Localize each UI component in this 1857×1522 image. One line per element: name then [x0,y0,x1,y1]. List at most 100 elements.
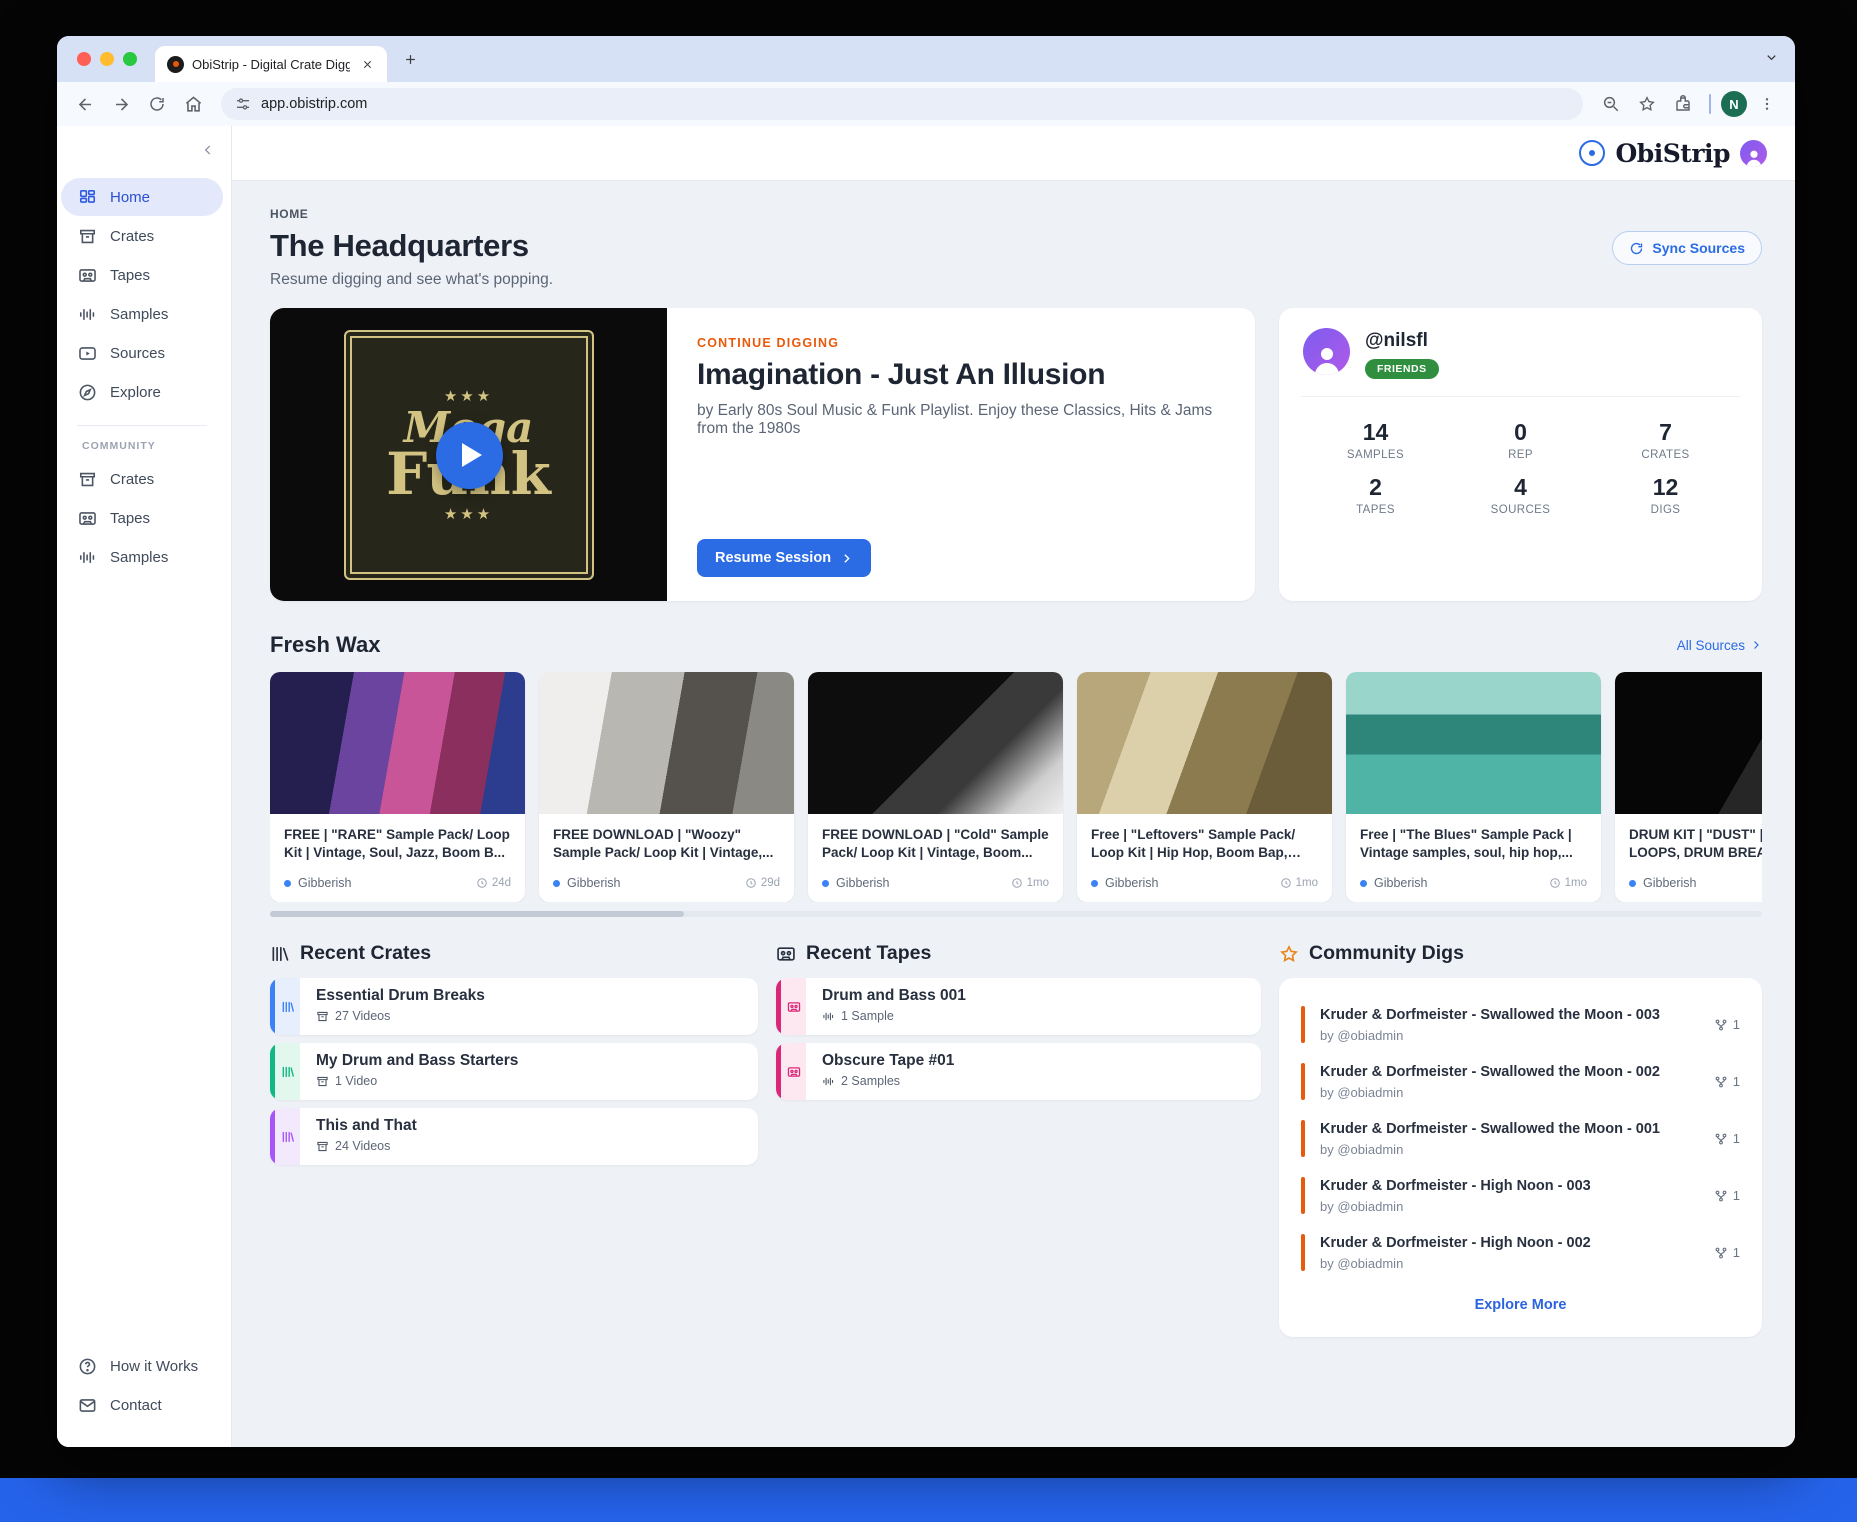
back-button[interactable] [69,88,101,120]
waveform-icon [78,305,97,324]
sidebar-item-community-crates[interactable]: Crates [61,460,223,498]
main-column: ObiStrip HOME The Headquarters Resume di… [232,126,1795,1447]
dig-author: by @obiadmin [1320,1142,1714,1157]
tape-list-item[interactable]: Drum and Bass 001 1 Sample [776,978,1261,1035]
crate-list-item[interactable]: Essential Drum Breaks 27 Videos [270,978,758,1035]
resume-session-button[interactable]: Resume Session [697,539,871,577]
dig-fork-count: 1 [1714,1017,1740,1032]
new-tab-button[interactable] [403,52,418,67]
artwork-stars: ★★★ [444,505,493,523]
sync-sources-button[interactable]: Sync Sources [1612,231,1762,265]
browser-menu-icon[interactable] [1751,88,1783,120]
bookmark-star-icon[interactable] [1631,88,1663,120]
source-card[interactable]: FREE DOWNLOAD | "Cold" Sample Pack/ Loop… [808,672,1063,902]
video-source-icon [78,344,97,363]
freshwax-scrollbar-thumb[interactable] [270,911,684,917]
dig-list-item[interactable]: Kruder & Dorfmeister - Swallowed the Moo… [1301,1110,1740,1167]
home-button[interactable] [177,88,209,120]
user-avatar[interactable] [1740,140,1767,167]
clock-icon [1549,877,1561,889]
site-favicon [167,56,184,73]
continue-digging-eyebrow: CONTINUE DIGGING [697,336,1225,350]
browser-tab[interactable]: ObiStrip - Digital Crate Digge [155,46,387,82]
sidebar-item-samples[interactable]: Samples [61,295,223,333]
crate-meta: 24 Videos [335,1139,390,1153]
community-section-label: COMMUNITY [61,436,223,460]
sidebar-footer: How it Works Contact [57,1347,231,1447]
friends-badge: FRIENDS [1365,359,1439,379]
dig-color-bar [1301,1177,1305,1214]
community-digs-heading: Community Digs [1309,942,1464,965]
crate-icon [316,1075,329,1088]
source-thumbnail [808,672,1063,814]
continue-digging-card: ★★★ Mega Funk ★★★ CONTINUE DIGGING Imagi… [270,308,1255,601]
maximize-window-button[interactable] [123,52,137,66]
dig-author: by @obiadmin [1320,1199,1714,1214]
dig-color-bar [1301,1234,1305,1271]
crate-bars-icon [275,1043,300,1100]
fresh-wax-row: FREE | "RARE" Sample Pack/ Loop Kit | Vi… [270,672,1762,902]
address-bar[interactable]: app.obistrip.com [221,88,1583,120]
help-icon [78,1357,97,1376]
profile-handle[interactable]: @nilsfl [1365,330,1439,352]
crate-list-item[interactable]: My Drum and Bass Starters 1 Video [270,1043,758,1100]
source-age: 1mo [1565,877,1587,889]
source-card[interactable]: DRUM KIT | "DUST" | DRUM LOOPS, DRUM BRE… [1615,672,1762,902]
source-channel: Gibberish [298,876,352,890]
forward-button[interactable] [105,88,137,120]
play-button[interactable] [436,422,503,489]
fresh-wax-heading: Fresh Wax [270,632,380,658]
close-tab-icon[interactable] [358,57,377,72]
source-card[interactable]: Free | "Leftovers" Sample Pack/ Loop Kit… [1077,672,1332,902]
sidebar-item-crates[interactable]: Crates [61,217,223,255]
extensions-icon[interactable] [1667,88,1699,120]
sidebar-item-how-it-works[interactable]: How it Works [61,1347,223,1385]
session-title: Imagination - Just An Illusion [697,358,1225,392]
source-channel: Gibberish [1105,876,1159,890]
sidebar-item-home[interactable]: Home [61,178,223,216]
tape-list-item[interactable]: Obscure Tape #01 2 Samples [776,1043,1261,1100]
source-card[interactable]: Free | "The Blues" Sample Pack | Vintage… [1346,672,1601,902]
sidebar-item-contact[interactable]: Contact [61,1386,223,1424]
source-thumbnail [539,672,794,814]
dig-list-item[interactable]: Kruder & Dorfmeister - High Noon - 003 b… [1301,1167,1740,1224]
freshwax-scrollbar-track[interactable] [270,911,1762,917]
source-dot-icon [553,880,560,887]
dig-title: Kruder & Dorfmeister - Swallowed the Moo… [1320,1064,1714,1080]
source-thumbnail [1615,672,1762,814]
source-channel: Gibberish [1643,876,1697,890]
sidebar-collapse-icon[interactable] [201,143,215,157]
sidebar-item-label: Samples [110,306,168,323]
cassette-icon [781,1043,806,1100]
browser-profile-avatar[interactable]: N [1721,91,1747,117]
sidebar-item-tapes[interactable]: Tapes [61,256,223,294]
close-window-button[interactable] [77,52,91,66]
profile-avatar[interactable] [1303,328,1350,375]
minimize-window-button[interactable] [100,52,114,66]
site-settings-icon[interactable] [235,96,251,112]
crate-title: This and That [316,1117,417,1135]
sidebar-item-community-tapes[interactable]: Tapes [61,499,223,537]
browser-toolbar: app.obistrip.com N [57,82,1795,126]
recent-crates-heading: Recent Crates [300,942,431,965]
all-sources-link[interactable]: All Sources [1677,638,1762,653]
video-thumbnail[interactable]: ★★★ Mega Funk ★★★ [270,308,667,601]
explore-more-link[interactable]: Explore More [1301,1281,1740,1321]
source-card[interactable]: FREE | "RARE" Sample Pack/ Loop Kit | Vi… [270,672,525,902]
dig-list-item[interactable]: Kruder & Dorfmeister - High Noon - 002 b… [1301,1224,1740,1281]
profile-divider [1301,396,1740,397]
dig-list-item[interactable]: Kruder & Dorfmeister - Swallowed the Moo… [1301,1053,1740,1110]
dig-list-item[interactable]: Kruder & Dorfmeister - Swallowed the Moo… [1301,996,1740,1053]
sidebar-item-sources[interactable]: Sources [61,334,223,372]
sidebar-item-community-samples[interactable]: Samples [61,538,223,576]
source-age: 29d [761,877,780,889]
tab-search-chevron-icon[interactable] [1764,50,1779,65]
sidebar-item-label: Tapes [110,510,150,527]
sidebar-item-explore[interactable]: Explore [61,373,223,411]
zoom-icon[interactable] [1595,88,1627,120]
sidebar: Home Crates Tapes Samples [57,126,232,1447]
crate-list-item[interactable]: This and That 24 Videos [270,1108,758,1165]
app-header: ObiStrip [232,126,1795,181]
reload-button[interactable] [141,88,173,120]
source-card[interactable]: FREE DOWNLOAD | "Woozy" Sample Pack/ Loo… [539,672,794,902]
